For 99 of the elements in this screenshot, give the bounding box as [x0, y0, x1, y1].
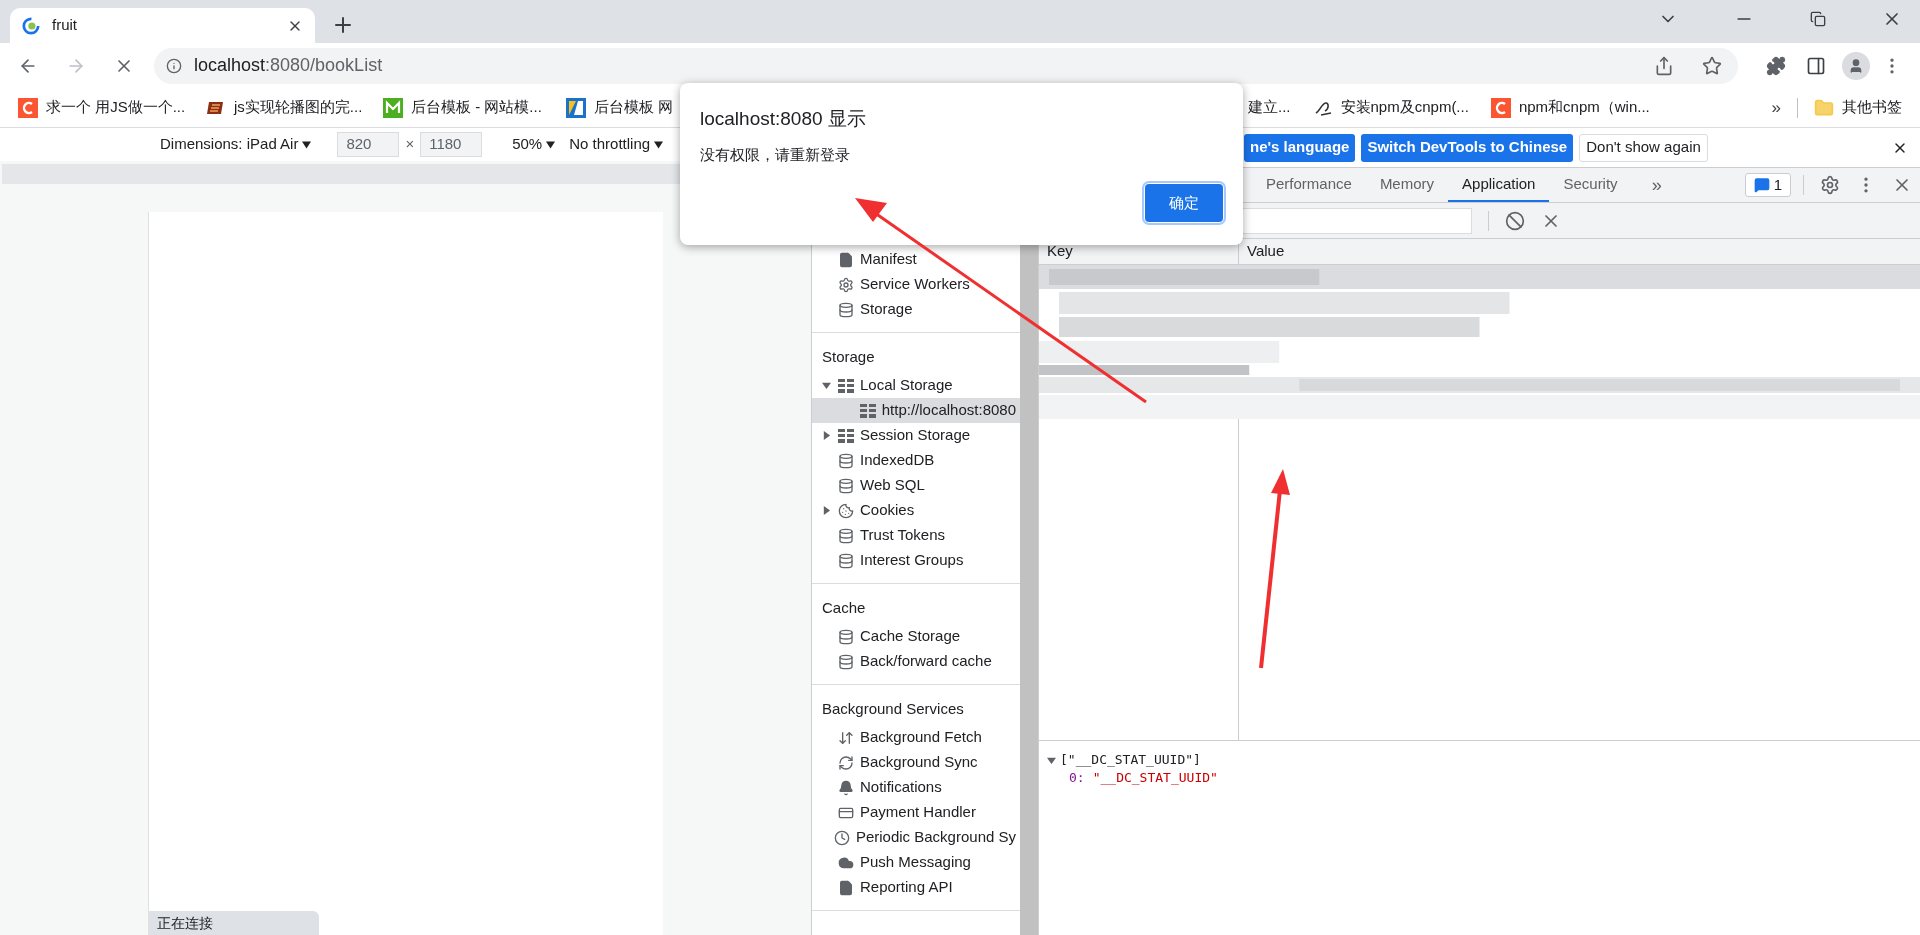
devtools-tab[interactable]: Memory — [1365, 168, 1449, 202]
cookie-icon — [838, 502, 854, 519]
clock-icon — [833, 829, 850, 846]
caret-icon — [546, 140, 556, 149]
sidebar-item[interactable]: Back/forward cache — [812, 649, 1020, 674]
collapsed-arrow-icon[interactable] — [821, 431, 831, 440]
bookmark-item[interactable]: js实现轮播图的完... — [206, 96, 363, 119]
sidebar-item[interactable]: IndexedDB — [812, 448, 1020, 473]
clear-all-icon[interactable] — [1505, 210, 1525, 231]
expanded-arrow-icon[interactable] — [1047, 755, 1056, 765]
sidebar-item[interactable]: Interest Groups — [812, 548, 1020, 573]
message-icon — [1753, 177, 1770, 193]
loading-status: 正在连接 — [149, 911, 319, 935]
bell-icon — [838, 779, 854, 796]
bookmark-folder[interactable]: 其他书签 — [1814, 96, 1902, 119]
info-icon[interactable] — [166, 57, 182, 74]
browser-tab[interactable]: fruit — [10, 8, 315, 43]
more-tabs-button[interactable]: » — [1631, 168, 1682, 202]
site-icon — [1490, 97, 1511, 118]
times-sign: × — [405, 134, 415, 155]
dialog-title: localhost:8080 显示 — [700, 107, 867, 131]
address-bar[interactable]: localhost:8080/bookList — [154, 47, 1738, 84]
profile-avatar[interactable] — [1842, 51, 1870, 80]
bookmark-item[interactable]: 安装npm及cnpm(... — [1312, 96, 1469, 119]
sidebar-item[interactable]: Push Messaging — [812, 850, 1020, 875]
site-icon — [18, 97, 38, 118]
array-index: 0: — [1069, 769, 1085, 787]
section-title: Background Services — [821, 698, 965, 719]
sidebar-item[interactable]: Trust Tokens — [812, 523, 1020, 548]
side-panel-icon[interactable] — [1806, 55, 1826, 76]
sidebar-item[interactable]: Local Storage — [812, 373, 1020, 398]
sidebar-item[interactable]: Manifest — [812, 247, 1020, 272]
section-title: Cache — [821, 597, 867, 618]
sidebar-item[interactable]: Background Sync — [812, 750, 1020, 775]
sidebar-item[interactable]: Background Fetch — [812, 725, 1020, 750]
bookmark-item[interactable]: 建立... — [1248, 96, 1291, 119]
devtools-tab[interactable]: Security — [1549, 168, 1632, 202]
table-icon — [838, 378, 854, 393]
site-icon — [383, 97, 403, 118]
database-icon — [838, 552, 854, 569]
bookmark-item[interactable]: npm和cnpm（win... — [1490, 96, 1650, 119]
sidebar-item[interactable]: http://localhost:8080 — [812, 398, 1020, 423]
ok-button[interactable]: 确定 — [1145, 184, 1223, 222]
table-icon — [859, 403, 876, 418]
table-icon — [838, 428, 854, 443]
share-icon[interactable] — [1654, 55, 1674, 76]
sync-icon — [838, 754, 854, 771]
expanded-arrow-icon[interactable] — [821, 381, 831, 390]
restore-icon[interactable] — [1810, 11, 1826, 27]
sidebar-item[interactable]: Web SQL — [812, 473, 1020, 498]
gear-icon — [838, 276, 854, 293]
devtools-tab[interactable]: Performance — [1252, 168, 1366, 202]
up-down-arrows-icon — [838, 729, 854, 746]
sidebar-item[interactable]: Periodic Background Sy — [812, 825, 1020, 850]
sidebar-item[interactable]: Service Workers — [812, 272, 1020, 297]
sidebar-item[interactable]: Notifications — [812, 775, 1020, 800]
site-icon — [566, 97, 586, 118]
language-button[interactable]: Switch DevTools to Chinese — [1361, 133, 1574, 162]
string-value: "__DC_STAT_UUID" — [1092, 769, 1218, 787]
collapsed-arrow-icon[interactable] — [821, 506, 831, 515]
bookmarks-overflow[interactable]: » — [1771, 94, 1781, 121]
height-input[interactable]: 1180 — [420, 132, 483, 157]
bookmark-item[interactable]: 后台模板 - 网站模... — [383, 96, 542, 119]
sidebar-item[interactable]: Cookies — [812, 498, 1020, 523]
settings-icon[interactable] — [1820, 175, 1840, 195]
dismiss-button[interactable]: Don't show again — [1579, 133, 1708, 162]
device-dropdown[interactable]: Dimensions: iPad Air — [160, 133, 312, 156]
caret-icon — [654, 140, 664, 149]
sidebar-item[interactable]: Payment Handler — [812, 800, 1020, 825]
width-input[interactable]: 820 — [337, 132, 400, 157]
preview-header: ["__DC_STAT_UUID"] — [1060, 751, 1201, 769]
sidebar-item[interactable]: Session Storage — [812, 423, 1020, 448]
dialog-message: 没有权限，请重新登录 — [700, 144, 851, 165]
bookmark-star-icon[interactable] — [1702, 55, 1722, 76]
caret-icon — [302, 140, 312, 149]
column-header[interactable]: Value — [1239, 239, 1920, 264]
database-icon — [838, 527, 854, 544]
database-icon — [838, 477, 854, 494]
database-icon — [838, 653, 854, 670]
extensions-icon[interactable] — [1766, 55, 1786, 76]
site-icon — [22, 16, 40, 35]
database-icon — [838, 301, 854, 318]
url-text: localhost:8080/bookList — [194, 54, 384, 77]
section-title: Storage — [821, 346, 876, 367]
database-icon — [838, 628, 854, 645]
document-icon — [838, 251, 854, 268]
throttling-dropdown[interactable]: No throttling — [569, 133, 664, 156]
sidebar-item[interactable]: Cache Storage — [812, 624, 1020, 649]
sidebar-item[interactable]: Reporting API — [812, 875, 1020, 900]
issues-badge[interactable]: 1 — [1744, 173, 1791, 197]
folder-icon — [1814, 97, 1834, 118]
document-icon — [838, 879, 854, 896]
tab-title: fruit — [52, 15, 78, 36]
bookmark-item[interactable]: 后台模板 网 — [566, 96, 674, 119]
database-icon — [838, 452, 854, 469]
bookmark-item[interactable]: 求一个 用JS做一个... — [18, 96, 186, 119]
zoom-dropdown[interactable]: 50% — [512, 133, 556, 156]
sidebar-item[interactable]: Storage — [812, 297, 1020, 322]
language-button[interactable]: ne's language — [1244, 133, 1356, 162]
